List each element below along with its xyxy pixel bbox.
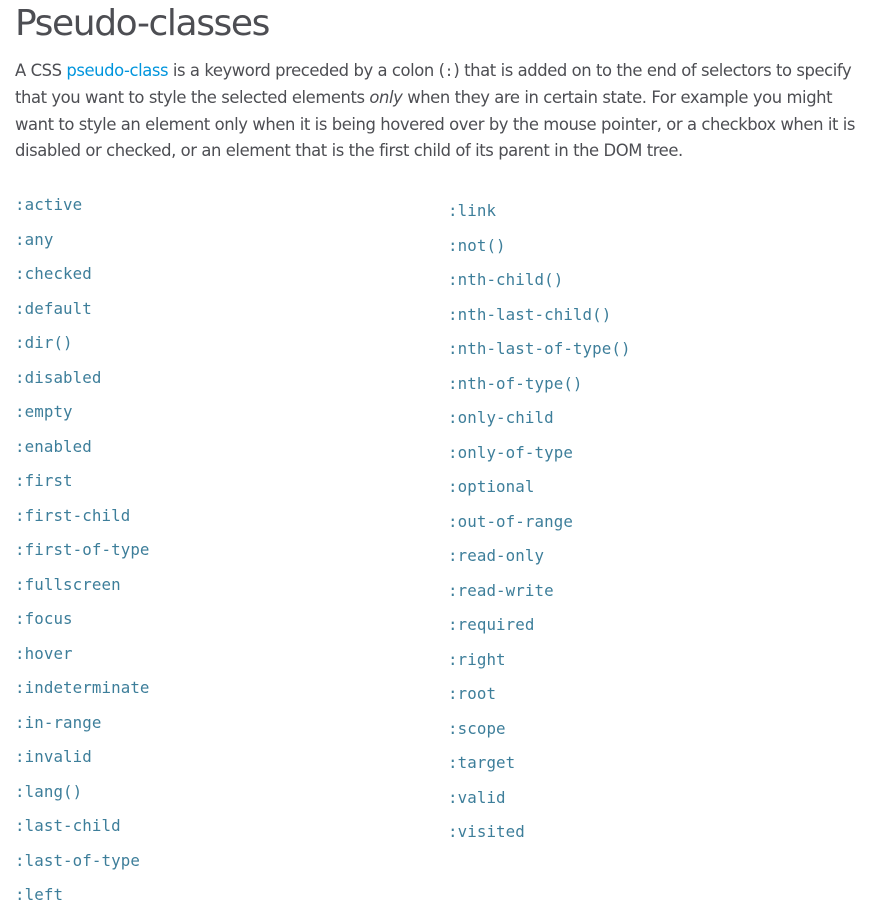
- pseudo-class-link[interactable]: :active: [15, 195, 82, 214]
- pseudo-class-link[interactable]: :fullscreen: [15, 575, 121, 594]
- list-item: :nth-child(): [448, 263, 631, 298]
- pseudo-class-link[interactable]: :scope: [448, 719, 506, 738]
- intro-text-1: A CSS: [15, 61, 67, 80]
- list-item: :checked: [15, 257, 150, 292]
- list-item: :left: [15, 878, 150, 913]
- list-item: :optional: [448, 470, 631, 505]
- pseudo-class-link[interactable]: :nth-child(): [448, 270, 563, 289]
- pseudo-class-link[interactable]: :nth-last-child(): [448, 305, 611, 324]
- pseudo-class-link[interactable]: :invalid: [15, 747, 92, 766]
- list-item: :dir(): [15, 326, 150, 361]
- pseudo-class-link[interactable]: :default: [15, 299, 92, 318]
- list-item: :valid: [448, 781, 631, 816]
- list-item: :active: [15, 188, 150, 223]
- pseudo-class-link[interactable]: :not(): [448, 236, 506, 255]
- list-item: :first: [15, 464, 150, 499]
- list-item: :target: [448, 746, 631, 781]
- list-item: :visited: [448, 815, 631, 850]
- pseudo-class-link[interactable]: :target: [448, 753, 515, 772]
- list-item: :last-of-type: [15, 844, 150, 879]
- pseudo-class-link[interactable]: :link: [448, 201, 496, 220]
- list-item: :focus: [15, 602, 150, 637]
- list-item: :empty: [15, 395, 150, 430]
- list-item: :root: [448, 677, 631, 712]
- list-item: :scope: [448, 712, 631, 747]
- pseudo-class-link[interactable]: :in-range: [15, 713, 102, 732]
- list-item: :only-child: [448, 401, 631, 436]
- list-item: :invalid: [15, 740, 150, 775]
- pseudo-class-link[interactable]: pseudo-class: [66, 61, 168, 80]
- pseudo-class-link[interactable]: :hover: [15, 644, 73, 663]
- list-item: :hover: [15, 637, 150, 672]
- list-item: :last-child: [15, 809, 150, 844]
- list-item: :lang(): [15, 775, 150, 810]
- pseudo-class-list-left: :active :any :checked :default :dir() :disabl…: [15, 188, 150, 913]
- pseudo-class-link[interactable]: :valid: [448, 788, 506, 807]
- list-item: :disabled: [15, 361, 150, 396]
- pseudo-class-link[interactable]: :first-of-type: [15, 540, 150, 559]
- pseudo-class-link[interactable]: :nth-last-of-type(): [448, 339, 631, 358]
- pseudo-class-link[interactable]: :dir(): [15, 333, 73, 352]
- list-item: :not(): [448, 229, 631, 264]
- list-item: :out-of-range: [448, 505, 631, 540]
- intro-text-2: is a keyword preceded by a colon (: [168, 61, 445, 80]
- pseudo-class-link[interactable]: :lang(): [15, 782, 82, 801]
- pseudo-class-list-right: :link :not() :nth-child() :nth-last-child()…: [448, 194, 631, 850]
- pseudo-class-link[interactable]: :last-of-type: [15, 851, 140, 870]
- pseudo-class-link[interactable]: :required: [448, 615, 535, 634]
- pseudo-class-link[interactable]: :root: [448, 684, 496, 703]
- pseudo-class-link[interactable]: :read-only: [448, 546, 544, 565]
- pseudo-class-link[interactable]: :enabled: [15, 437, 92, 456]
- list-item: :first-of-type: [15, 533, 150, 568]
- list-item: :nth-last-child(): [448, 298, 631, 333]
- list-item: :nth-last-of-type(): [448, 332, 631, 367]
- pseudo-class-link[interactable]: :left: [15, 885, 63, 904]
- list-item: :default: [15, 292, 150, 327]
- list-item: :read-only: [448, 539, 631, 574]
- list-item: :right: [448, 643, 631, 678]
- intro-paragraph: A CSS pseudo-class is a keyword preceded…: [15, 58, 870, 164]
- article-section: Pseudo-classes A CSS pseudo-class is a k…: [15, 0, 870, 904]
- pseudo-class-link[interactable]: :out-of-range: [448, 512, 573, 531]
- pseudo-class-link[interactable]: :only-child: [448, 408, 554, 427]
- pseudo-class-link[interactable]: :optional: [448, 477, 535, 496]
- pseudo-class-link[interactable]: :indeterminate: [15, 678, 150, 697]
- pseudo-class-link[interactable]: :only-of-type: [448, 443, 573, 462]
- list-item: :only-of-type: [448, 436, 631, 471]
- only-emphasis: only: [369, 88, 403, 108]
- list-item: :enabled: [15, 430, 150, 465]
- list-item: :in-range: [15, 706, 150, 741]
- pseudo-class-link[interactable]: :nth-of-type(): [448, 374, 583, 393]
- pseudo-class-link[interactable]: :read-write: [448, 581, 554, 600]
- pseudo-class-link[interactable]: :disabled: [15, 368, 102, 387]
- list-item: :required: [448, 608, 631, 643]
- list-item: :read-write: [448, 574, 631, 609]
- list-item: :indeterminate: [15, 671, 150, 706]
- pseudo-class-link[interactable]: :first-child: [15, 506, 130, 525]
- list-item: :link: [448, 194, 631, 229]
- pseudo-class-link[interactable]: :last-child: [15, 816, 121, 835]
- page-title: Pseudo-classes: [15, 3, 270, 44]
- list-item: :first-child: [15, 499, 150, 534]
- pseudo-class-link[interactable]: :any: [15, 230, 53, 249]
- pseudo-class-link[interactable]: :first: [15, 471, 73, 490]
- pseudo-class-link[interactable]: :right: [448, 650, 506, 669]
- pseudo-class-link[interactable]: :focus: [15, 609, 73, 628]
- pseudo-class-link[interactable]: :checked: [15, 264, 92, 283]
- list-item: :fullscreen: [15, 568, 150, 603]
- pseudo-class-link[interactable]: :empty: [15, 402, 73, 421]
- list-item: :any: [15, 223, 150, 258]
- pseudo-class-link[interactable]: :visited: [448, 822, 525, 841]
- list-item: :nth-of-type(): [448, 367, 631, 402]
